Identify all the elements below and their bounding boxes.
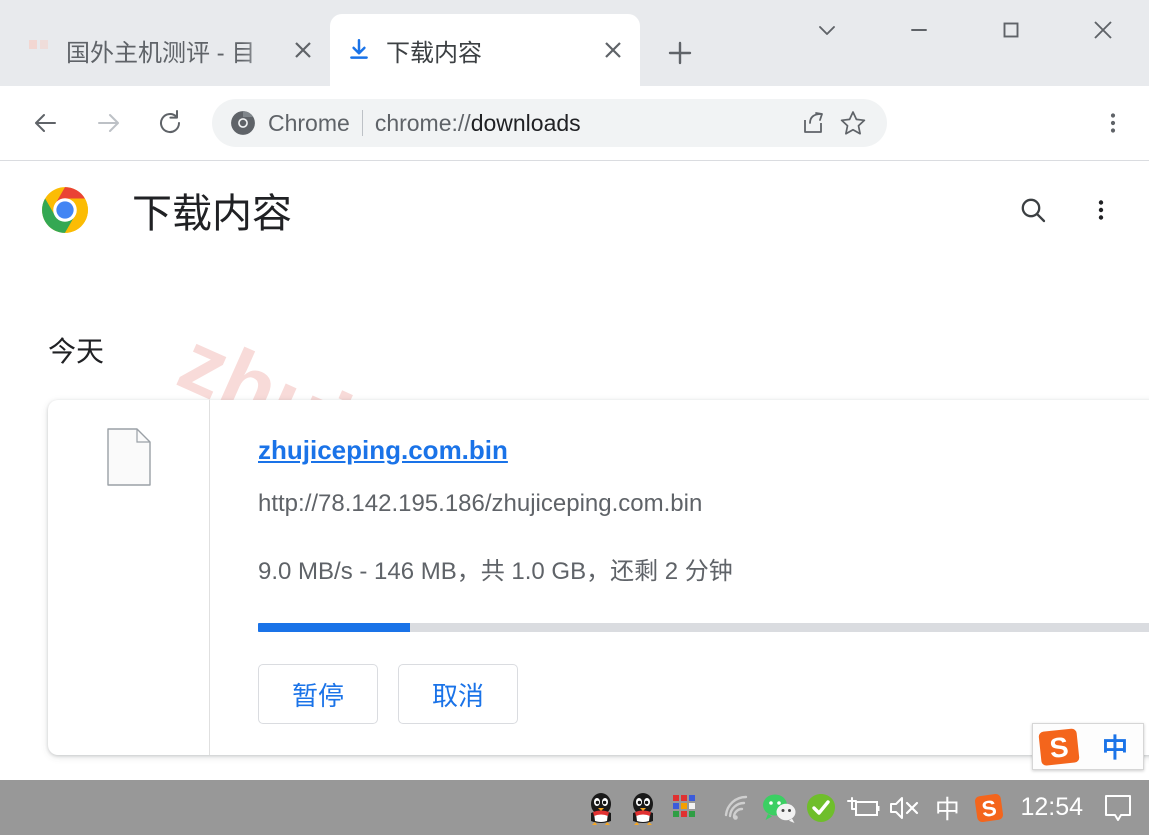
download-file-name-link[interactable]: zhujiceping.com.bin xyxy=(258,436,508,465)
qq-penguin-icon xyxy=(591,792,612,825)
forward-button[interactable] xyxy=(84,99,132,147)
notification-center-button[interactable] xyxy=(1097,780,1139,835)
sogou-logo-icon: S xyxy=(975,793,1004,822)
wifi-icon xyxy=(725,795,748,820)
sogou-tray-icon[interactable]: S xyxy=(968,780,1010,835)
reload-icon xyxy=(160,110,181,133)
download-item-body: zhujiceping.com.bin http://78.142.195.18… xyxy=(210,400,1149,755)
downloads-menu-button[interactable] xyxy=(1075,184,1127,236)
maximize-button[interactable] xyxy=(965,0,1057,60)
generic-file-icon xyxy=(106,428,151,486)
minimize-button[interactable] xyxy=(873,0,965,60)
search-downloads-button[interactable] xyxy=(1007,184,1059,236)
tab-close-button[interactable] xyxy=(596,33,630,67)
sogou-ime-floating-bar[interactable]: S 中 xyxy=(1032,723,1144,770)
download-progress-fill xyxy=(258,623,411,633)
omnibox-separator xyxy=(361,110,363,136)
sogou-ime-mode[interactable]: 中 xyxy=(1087,728,1143,765)
browser-menu-button[interactable] xyxy=(1089,99,1137,147)
close-icon xyxy=(1094,21,1112,39)
wechat-icon[interactable] xyxy=(758,780,800,835)
download-item-card[interactable]: zhujiceping.com.bin http://78.142.195.18… xyxy=(48,400,1149,755)
share-icon xyxy=(804,112,823,133)
chevron-down-icon xyxy=(819,26,835,35)
three-dots-vertical-icon xyxy=(1098,200,1104,220)
tab-close-button[interactable] xyxy=(286,33,320,67)
forward-arrow-icon xyxy=(98,114,119,132)
qq-icon-2[interactable] xyxy=(622,780,664,835)
ime-indicator[interactable]: 中 xyxy=(926,780,968,835)
color-grid-icon[interactable] xyxy=(664,780,706,835)
download-progress-bar xyxy=(258,623,1149,633)
sogou-logo-icon[interactable]: S xyxy=(1033,723,1087,770)
ime-mode-label: 中 xyxy=(934,795,960,824)
browser-toolbar: Chrome chrome://downloads xyxy=(0,86,1149,161)
omnibox-url-scheme: chrome:// xyxy=(374,109,471,136)
windows-taskbar: 中 S 12:54 xyxy=(0,780,1149,835)
plus-icon xyxy=(668,41,692,65)
star-icon xyxy=(840,111,866,135)
grid-icon xyxy=(673,794,696,817)
site-favicon-red-icon xyxy=(26,37,52,63)
wechat-icon xyxy=(763,794,796,823)
notification-bubble-icon xyxy=(1105,794,1131,821)
check-icon xyxy=(807,793,836,822)
omnibox-chrome-label: Chrome xyxy=(268,109,350,136)
download-source-url: http://78.142.195.186/zhujiceping.com.bi… xyxy=(258,489,703,517)
close-icon xyxy=(605,42,621,58)
window-controls xyxy=(781,0,1149,60)
security-check-icon[interactable] xyxy=(800,780,842,835)
close-icon xyxy=(295,42,311,58)
bookmark-button[interactable] xyxy=(833,103,873,143)
chrome-logo-icon xyxy=(231,111,255,135)
taskbar-clock[interactable]: 12:54 xyxy=(1010,793,1097,822)
download-action-buttons: 暂停 取消 xyxy=(258,664,1149,725)
tab-background-1[interactable]: 国外主机测评 - 目 xyxy=(10,14,330,86)
cancel-button[interactable]: 取消 xyxy=(398,664,518,725)
omnibox-url[interactable]: chrome://downloads xyxy=(375,110,793,137)
battery-icon[interactable] xyxy=(842,780,884,835)
new-tab-button[interactable] xyxy=(655,28,705,78)
back-button[interactable] xyxy=(22,99,70,147)
system-tray: 中 S 12:54 xyxy=(580,780,1149,835)
back-arrow-icon xyxy=(35,114,56,132)
downloads-header-actions xyxy=(991,184,1127,236)
page-title: 下载内容 xyxy=(132,192,292,236)
three-dots-vertical-icon xyxy=(1110,113,1116,133)
downloads-header: 下载内容 xyxy=(0,162,1149,258)
wifi-icon[interactable] xyxy=(716,780,758,835)
maximize-icon xyxy=(1003,22,1019,38)
reload-button[interactable] xyxy=(146,99,194,147)
qq-icon-1[interactable] xyxy=(580,780,622,835)
tab-strip: 国外主机测评 - 目 下载内容 xyxy=(0,0,1149,86)
tab-title: 国外主机测评 - 目 xyxy=(66,39,256,67)
chrome-logo-icon xyxy=(42,187,88,233)
minimize-icon xyxy=(911,29,927,31)
share-button[interactable] xyxy=(793,103,833,143)
omnibox-url-path: downloads xyxy=(470,109,581,136)
svg-text:S: S xyxy=(1048,731,1070,764)
download-status-text: 9.0 MB/s - 146 MB，共 1.0 GB，还剩 2 分钟 xyxy=(258,557,733,585)
tab-downloads[interactable]: 下载内容 xyxy=(330,14,640,86)
download-file-icon-column xyxy=(48,400,210,755)
qq-penguin-icon xyxy=(633,792,654,825)
downloads-page: zhujiceping.com 下载内容 xyxy=(0,162,1149,780)
volume-muted-icon[interactable] xyxy=(884,780,926,835)
search-icon xyxy=(1021,198,1046,223)
pause-button[interactable]: 暂停 xyxy=(258,664,378,725)
mute-icon xyxy=(890,796,919,819)
browser-window: 国外主机测评 - 目 下载内容 Chrome chrome://download… xyxy=(0,0,1149,835)
tab-title: 下载内容 xyxy=(386,39,482,67)
tab-search-button[interactable] xyxy=(781,0,873,60)
address-bar[interactable]: Chrome chrome://downloads xyxy=(212,99,887,147)
close-window-button[interactable] xyxy=(1057,0,1149,60)
section-label-today: 今天 xyxy=(48,336,105,367)
battery-charging-icon xyxy=(847,796,880,816)
download-icon xyxy=(346,37,372,63)
